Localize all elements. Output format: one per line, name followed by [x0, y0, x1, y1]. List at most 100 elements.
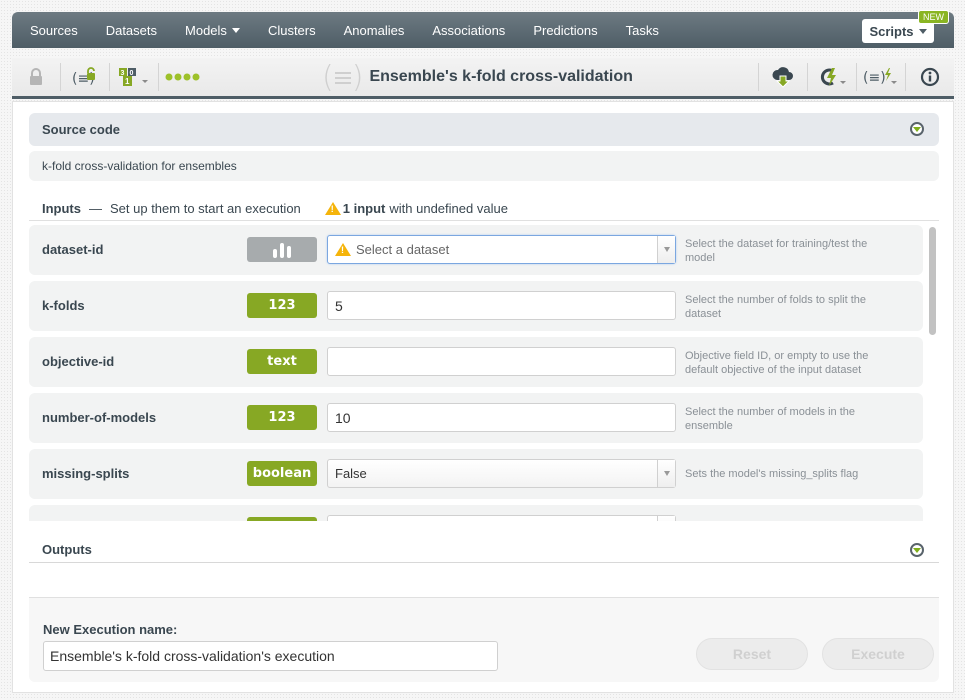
execution-name-label: New Execution name:: [43, 622, 178, 637]
input-help: Sets the model's missing_splits flag: [685, 468, 859, 480]
nav-label: Predictions: [533, 22, 598, 38]
section-title: Outputs: [42, 542, 92, 557]
lock-icon: [30, 68, 42, 85]
input-name: number-of-models: [42, 410, 157, 425]
input-row-partial: [29, 505, 923, 521]
nav-label: Sources: [30, 22, 78, 38]
nav-clusters[interactable]: Clusters: [268, 23, 316, 38]
nav-associations[interactable]: Associations: [432, 23, 505, 38]
scrollbar-thumb[interactable]: [929, 227, 936, 335]
dash-separator: —: [89, 201, 102, 216]
type-badge-boolean: boolean: [247, 461, 317, 486]
inputs-scrollbar[interactable]: [926, 223, 939, 521]
input-name: missing-splits: [42, 466, 130, 481]
nav-label: Associations: [432, 22, 506, 38]
script-panel: Source code k-fold cross-validation for …: [12, 101, 954, 693]
warning-text: with undefined value: [389, 201, 508, 216]
nav-label: Clusters: [267, 22, 316, 38]
status-indicator: [159, 58, 209, 96]
warning-icon: [324, 202, 341, 215]
svg-text:(≡): (≡): [863, 70, 886, 86]
new-badge: NEW: [918, 10, 949, 24]
nav-label: Tasks: [625, 22, 659, 38]
number-of-models-input[interactable]: 10: [327, 403, 676, 432]
toolbar-actions: (≡): [758, 58, 954, 96]
type-badge-dataset: [247, 237, 317, 262]
select-placeholder: Select a dataset: [356, 242, 450, 257]
svg-text:0: 0: [130, 70, 134, 77]
counter-menu-button[interactable]: 301: [110, 58, 158, 96]
nav-anomalies[interactable]: Anomalies: [344, 23, 405, 38]
k-folds-input[interactable]: 5: [327, 291, 676, 320]
new-execution-panel: New Execution name: Ensemble's k-fold cr…: [29, 597, 939, 682]
chevron-down-icon[interactable]: [657, 460, 675, 487]
expand-toggle-icon[interactable]: [910, 122, 924, 136]
download-button[interactable]: [759, 58, 807, 96]
input-row-dataset-id: dataset-id Select a dataset Select the d…: [29, 225, 923, 275]
title-area: () Ensemble's k-fold cross-validation: [322, 58, 633, 96]
missing-splits-select[interactable]: False: [327, 459, 676, 488]
inputs-subtitle: Set up them to start an execution: [110, 201, 301, 216]
input-help: Objective field ID, or empty to use the …: [685, 350, 869, 376]
nav-models[interactable]: Models: [185, 23, 240, 38]
inputs-list: dataset-id Select a dataset Select the d…: [29, 223, 939, 521]
info-button[interactable]: [906, 58, 954, 96]
inputs-title: Inputs: [42, 201, 81, 216]
svg-text:3: 3: [121, 70, 125, 77]
execute-button[interactable]: Execute: [822, 638, 934, 670]
counter-icon: 3 01: [119, 68, 148, 86]
top-navigation: Sources Datasets Models Clusters Anomali…: [12, 10, 954, 48]
execute-menu-button[interactable]: [808, 58, 856, 96]
input-row-missing-splits: missing-splits boolean False Sets the mo…: [29, 449, 923, 499]
caret-down-icon: [231, 27, 240, 33]
input-help: Select the number of models in the ensem…: [685, 406, 855, 432]
scripts-label: Scripts: [869, 23, 914, 39]
warning-icon: [335, 243, 351, 256]
type-badge-numeric: 123: [247, 293, 317, 318]
status-dots-icon: [165, 73, 200, 81]
script-execute-menu-button[interactable]: (≡): [857, 58, 905, 96]
resource-toolbar: (≡) 301 () Ensemble's k-fold cross-valid…: [12, 58, 954, 99]
nav-datasets[interactable]: Datasets: [106, 23, 157, 38]
nav-sources[interactable]: Sources: [30, 23, 78, 38]
nav-label: Datasets: [105, 22, 158, 38]
nav-tasks[interactable]: Tasks: [626, 23, 659, 38]
script-privacy-button[interactable]: (≡): [61, 58, 109, 96]
type-badge-numeric: 123: [247, 405, 317, 430]
input-name: dataset-id: [42, 242, 104, 257]
nav-label: Models: [185, 22, 227, 38]
cloud-download-icon: [772, 67, 793, 88]
input-row-number-of-models: number-of-models 123 10 Select the numbe…: [29, 393, 923, 443]
input-row-k-folds: k-folds 123 5 Select the number of folds…: [29, 281, 923, 331]
page-title: Ensemble's k-fold cross-validation: [369, 68, 633, 85]
type-badge-text: text: [247, 349, 317, 374]
select-value: False: [335, 466, 367, 481]
script-icon: (): [322, 59, 364, 95]
nav-predictions[interactable]: Predictions: [533, 23, 597, 38]
svg-text:1: 1: [125, 77, 130, 86]
expand-toggle-icon[interactable]: [910, 543, 924, 557]
chevron-down-icon[interactable]: [657, 516, 675, 521]
outputs-header[interactable]: Outputs: [29, 542, 939, 563]
input-help: Select the number of folds to split the …: [685, 294, 866, 320]
partial-select[interactable]: [327, 515, 676, 521]
chevron-down-icon[interactable]: [657, 236, 675, 263]
caret-down-icon: [918, 28, 927, 34]
input-row-objective-id: objective-id text Objective field ID, or…: [29, 337, 923, 387]
input-help: Select the dataset for training/test the…: [685, 238, 868, 264]
dataset-select[interactable]: Select a dataset: [327, 235, 676, 264]
warning-count: 1 input: [342, 201, 386, 216]
objective-id-input[interactable]: [327, 347, 676, 376]
undefined-input-warning: 1 input with undefined value: [324, 201, 508, 216]
nav-label: Anomalies: [343, 22, 405, 38]
input-name: k-folds: [42, 298, 85, 313]
reset-button[interactable]: Reset: [696, 638, 808, 670]
section-title: Source code: [42, 122, 121, 137]
source-code-header[interactable]: Source code: [29, 113, 939, 146]
input-name: objective-id: [42, 354, 115, 369]
description-text: k-fold cross-validation for ensembles: [42, 159, 237, 173]
execution-name-input[interactable]: Ensemble's k-fold cross-validation's exe…: [43, 641, 498, 671]
lock-button[interactable]: [12, 58, 60, 96]
type-badge-boolean: [247, 517, 317, 521]
execute-icon: [820, 68, 846, 86]
